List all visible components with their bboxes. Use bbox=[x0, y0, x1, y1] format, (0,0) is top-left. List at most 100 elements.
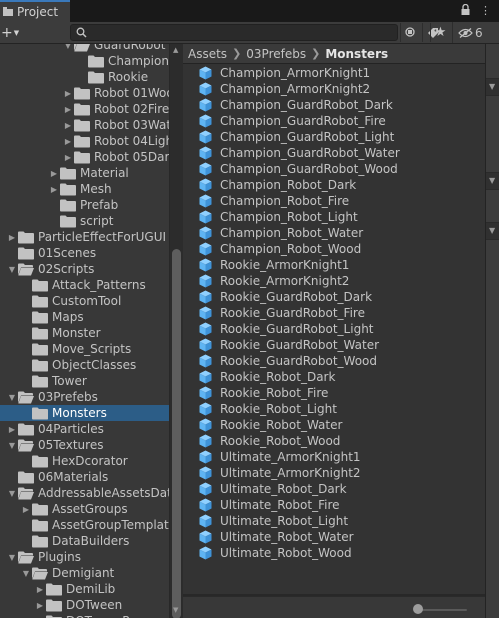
expand-arrow-icon[interactable]: ▶ bbox=[48, 181, 60, 197]
asset-item[interactable]: Champion_Robot_Fire bbox=[199, 193, 349, 209]
asset-item[interactable]: Rookie_ArmorKnight1 bbox=[199, 257, 349, 273]
favorites-star-icon[interactable]: ★ bbox=[430, 23, 450, 42]
tree-item[interactable]: ObjectClasses bbox=[0, 357, 169, 373]
asset-item[interactable]: Rookie_Robot_Fire bbox=[199, 385, 328, 401]
collapse-arrow-icon[interactable]: ▼ bbox=[6, 549, 18, 565]
tree-item[interactable]: ▶ ParticleEffectForUGUI bbox=[0, 229, 169, 245]
expand-arrow-icon[interactable]: ▶ bbox=[6, 229, 18, 245]
tree-item[interactable]: Move_Scripts bbox=[0, 341, 169, 357]
collapse-arrow-icon[interactable]: ▼ bbox=[6, 485, 18, 501]
asset-item[interactable]: Champion_Robot_Dark bbox=[199, 177, 356, 193]
tree-item[interactable]: ▶ Material bbox=[0, 165, 169, 181]
collapse-arrow-icon[interactable]: ▼ bbox=[6, 437, 18, 453]
asset-item[interactable]: Rookie_Robot_Wood bbox=[199, 433, 340, 449]
search-by-type-icon[interactable] bbox=[400, 23, 420, 42]
tree-item[interactable]: Champion bbox=[0, 53, 169, 69]
tree-item[interactable]: ▶ DOTweenPro bbox=[0, 613, 169, 618]
icon-size-slider[interactable] bbox=[417, 609, 467, 611]
tab-project[interactable]: Project bbox=[0, 0, 70, 22]
expand-arrow-icon[interactable]: ▶ bbox=[62, 101, 74, 117]
expand-arrow-icon[interactable]: ▶ bbox=[48, 165, 60, 181]
more-options-icon[interactable]: ⋮ bbox=[480, 4, 491, 18]
asset-item[interactable]: Rookie_GuardRobot_Fire bbox=[199, 305, 365, 321]
tree-item[interactable]: ▶ Robot 05Dark bbox=[0, 149, 169, 165]
asset-item[interactable]: Rookie_Robot_Dark bbox=[199, 369, 335, 385]
tree-item[interactable]: Rookie bbox=[0, 69, 169, 85]
tree-item[interactable]: Attack_Patterns bbox=[0, 277, 169, 293]
expand-arrow-icon[interactable]: ▶ bbox=[62, 133, 74, 149]
breadcrumb-prefebs[interactable]: 03Prefebs bbox=[246, 47, 306, 61]
collapse-arrow-icon[interactable]: ▼ bbox=[20, 565, 32, 581]
icon-size-slider-handle[interactable] bbox=[413, 604, 423, 614]
lock-icon[interactable] bbox=[461, 3, 470, 18]
asset-item[interactable]: Champion_GuardRobot_Dark bbox=[199, 97, 393, 113]
tree-scrollbar[interactable]: ▲ ▼ bbox=[170, 44, 183, 618]
asset-item[interactable]: Ultimate_Robot_Water bbox=[199, 529, 354, 545]
scroll-down-icon[interactable]: ▼ bbox=[173, 606, 178, 614]
expand-arrow-icon[interactable]: ▶ bbox=[62, 149, 74, 165]
expand-arrow-icon[interactable]: ▶ bbox=[34, 597, 46, 613]
scroll-up-icon[interactable]: ▲ bbox=[173, 46, 178, 54]
tree-item[interactable]: ▶ Robot 02Fire bbox=[0, 101, 169, 117]
asset-item[interactable]: Rookie_Robot_Water bbox=[199, 417, 342, 433]
tree-item[interactable]: CustomTool bbox=[0, 293, 169, 309]
tree-item[interactable]: ▶ Mesh bbox=[0, 181, 169, 197]
create-button[interactable]: + ▼ bbox=[0, 22, 22, 43]
asset-item[interactable]: Champion_ArmorKnight2 bbox=[199, 81, 370, 97]
collapsed-section[interactable]: ▼ bbox=[486, 78, 499, 96]
asset-item[interactable]: Ultimate_ArmorKnight2 bbox=[199, 465, 361, 481]
asset-item[interactable]: Rookie_Robot_Light bbox=[199, 401, 337, 417]
search-field[interactable] bbox=[70, 24, 398, 41]
asset-item[interactable]: Champion_GuardRobot_Light bbox=[199, 129, 394, 145]
tree-item[interactable]: ▶ Robot 03Water bbox=[0, 117, 169, 133]
tree-item[interactable]: Monsters bbox=[0, 405, 169, 421]
tree-item[interactable]: HexDcorator bbox=[0, 453, 169, 469]
asset-item[interactable]: Champion_GuardRobot_Wood bbox=[199, 161, 398, 177]
expand-arrow-icon[interactable]: ▶ bbox=[62, 117, 74, 133]
collapse-arrow-icon[interactable]: ▼ bbox=[62, 44, 74, 53]
expand-arrow-icon[interactable]: ▶ bbox=[20, 501, 32, 517]
tree-item[interactable]: ▼ GuardRobot bbox=[0, 44, 169, 53]
expand-arrow-icon[interactable]: ▶ bbox=[34, 613, 46, 618]
asset-item[interactable]: Champion_Robot_Water bbox=[199, 225, 363, 241]
collapsed-section[interactable]: ▼ bbox=[486, 222, 499, 240]
tree-item[interactable]: ▶ AssetGroups bbox=[0, 501, 169, 517]
tree-item[interactable]: ▼ 02Scripts bbox=[0, 261, 169, 277]
tree-item[interactable]: Monster bbox=[0, 325, 169, 341]
tree-item[interactable]: 01Scenes bbox=[0, 245, 169, 261]
tree-item[interactable]: ▶ 04Particles bbox=[0, 421, 169, 437]
asset-item[interactable]: Ultimate_Robot_Dark bbox=[199, 481, 347, 497]
tree-item[interactable]: ▼ Demigiant bbox=[0, 565, 169, 581]
tree-item[interactable]: DataBuilders bbox=[0, 533, 169, 549]
asset-item[interactable]: Rookie_GuardRobot_Wood bbox=[199, 353, 377, 369]
asset-item[interactable]: Champion_GuardRobot_Water bbox=[199, 145, 400, 161]
tree-item[interactable]: ▶ Robot 01Wood bbox=[0, 85, 169, 101]
asset-item[interactable]: Champion_ArmorKnight1 bbox=[199, 65, 370, 81]
tree-item[interactable]: 06Materials bbox=[0, 469, 169, 485]
asset-item[interactable]: Rookie_GuardRobot_Water bbox=[199, 337, 379, 353]
tree-item[interactable]: ▼ 03Prefebs bbox=[0, 389, 169, 405]
asset-item[interactable]: Champion_Robot_Wood bbox=[199, 241, 361, 257]
tree-item[interactable]: ▶ DemiLib bbox=[0, 581, 169, 597]
tree-item[interactable]: Tower bbox=[0, 373, 169, 389]
tree-item[interactable]: ▶ DOTween bbox=[0, 597, 169, 613]
tree-item[interactable]: AssetGroupTemplates bbox=[0, 517, 169, 533]
asset-item[interactable]: Champion_Robot_Light bbox=[199, 209, 358, 225]
asset-item[interactable]: Champion_GuardRobot_Fire bbox=[199, 113, 386, 129]
hidden-packages-toggle[interactable]: 6 bbox=[452, 22, 499, 43]
collapse-arrow-icon[interactable]: ▼ bbox=[6, 389, 18, 405]
asset-item[interactable]: Rookie_ArmorKnight2 bbox=[199, 273, 349, 289]
asset-item[interactable]: Rookie_GuardRobot_Light bbox=[199, 321, 374, 337]
expand-arrow-icon[interactable]: ▶ bbox=[6, 421, 18, 437]
collapse-arrow-icon[interactable]: ▼ bbox=[6, 261, 18, 277]
expand-arrow-icon[interactable]: ▶ bbox=[62, 85, 74, 101]
tree-item[interactable]: ▼ AddressableAssetsData bbox=[0, 485, 169, 501]
tree-item[interactable]: ▶ Robot 04Light bbox=[0, 133, 169, 149]
asset-item[interactable]: Ultimate_Robot_Fire bbox=[199, 497, 340, 513]
scrollbar-thumb[interactable] bbox=[172, 249, 181, 618]
tree-item[interactable]: ▼ 05Textures bbox=[0, 437, 169, 453]
asset-item[interactable]: Rookie_GuardRobot_Dark bbox=[199, 289, 372, 305]
asset-item[interactable]: Ultimate_ArmorKnight1 bbox=[199, 449, 361, 465]
asset-item[interactable]: Ultimate_Robot_Light bbox=[199, 513, 348, 529]
expand-arrow-icon[interactable]: ▶ bbox=[34, 581, 46, 597]
